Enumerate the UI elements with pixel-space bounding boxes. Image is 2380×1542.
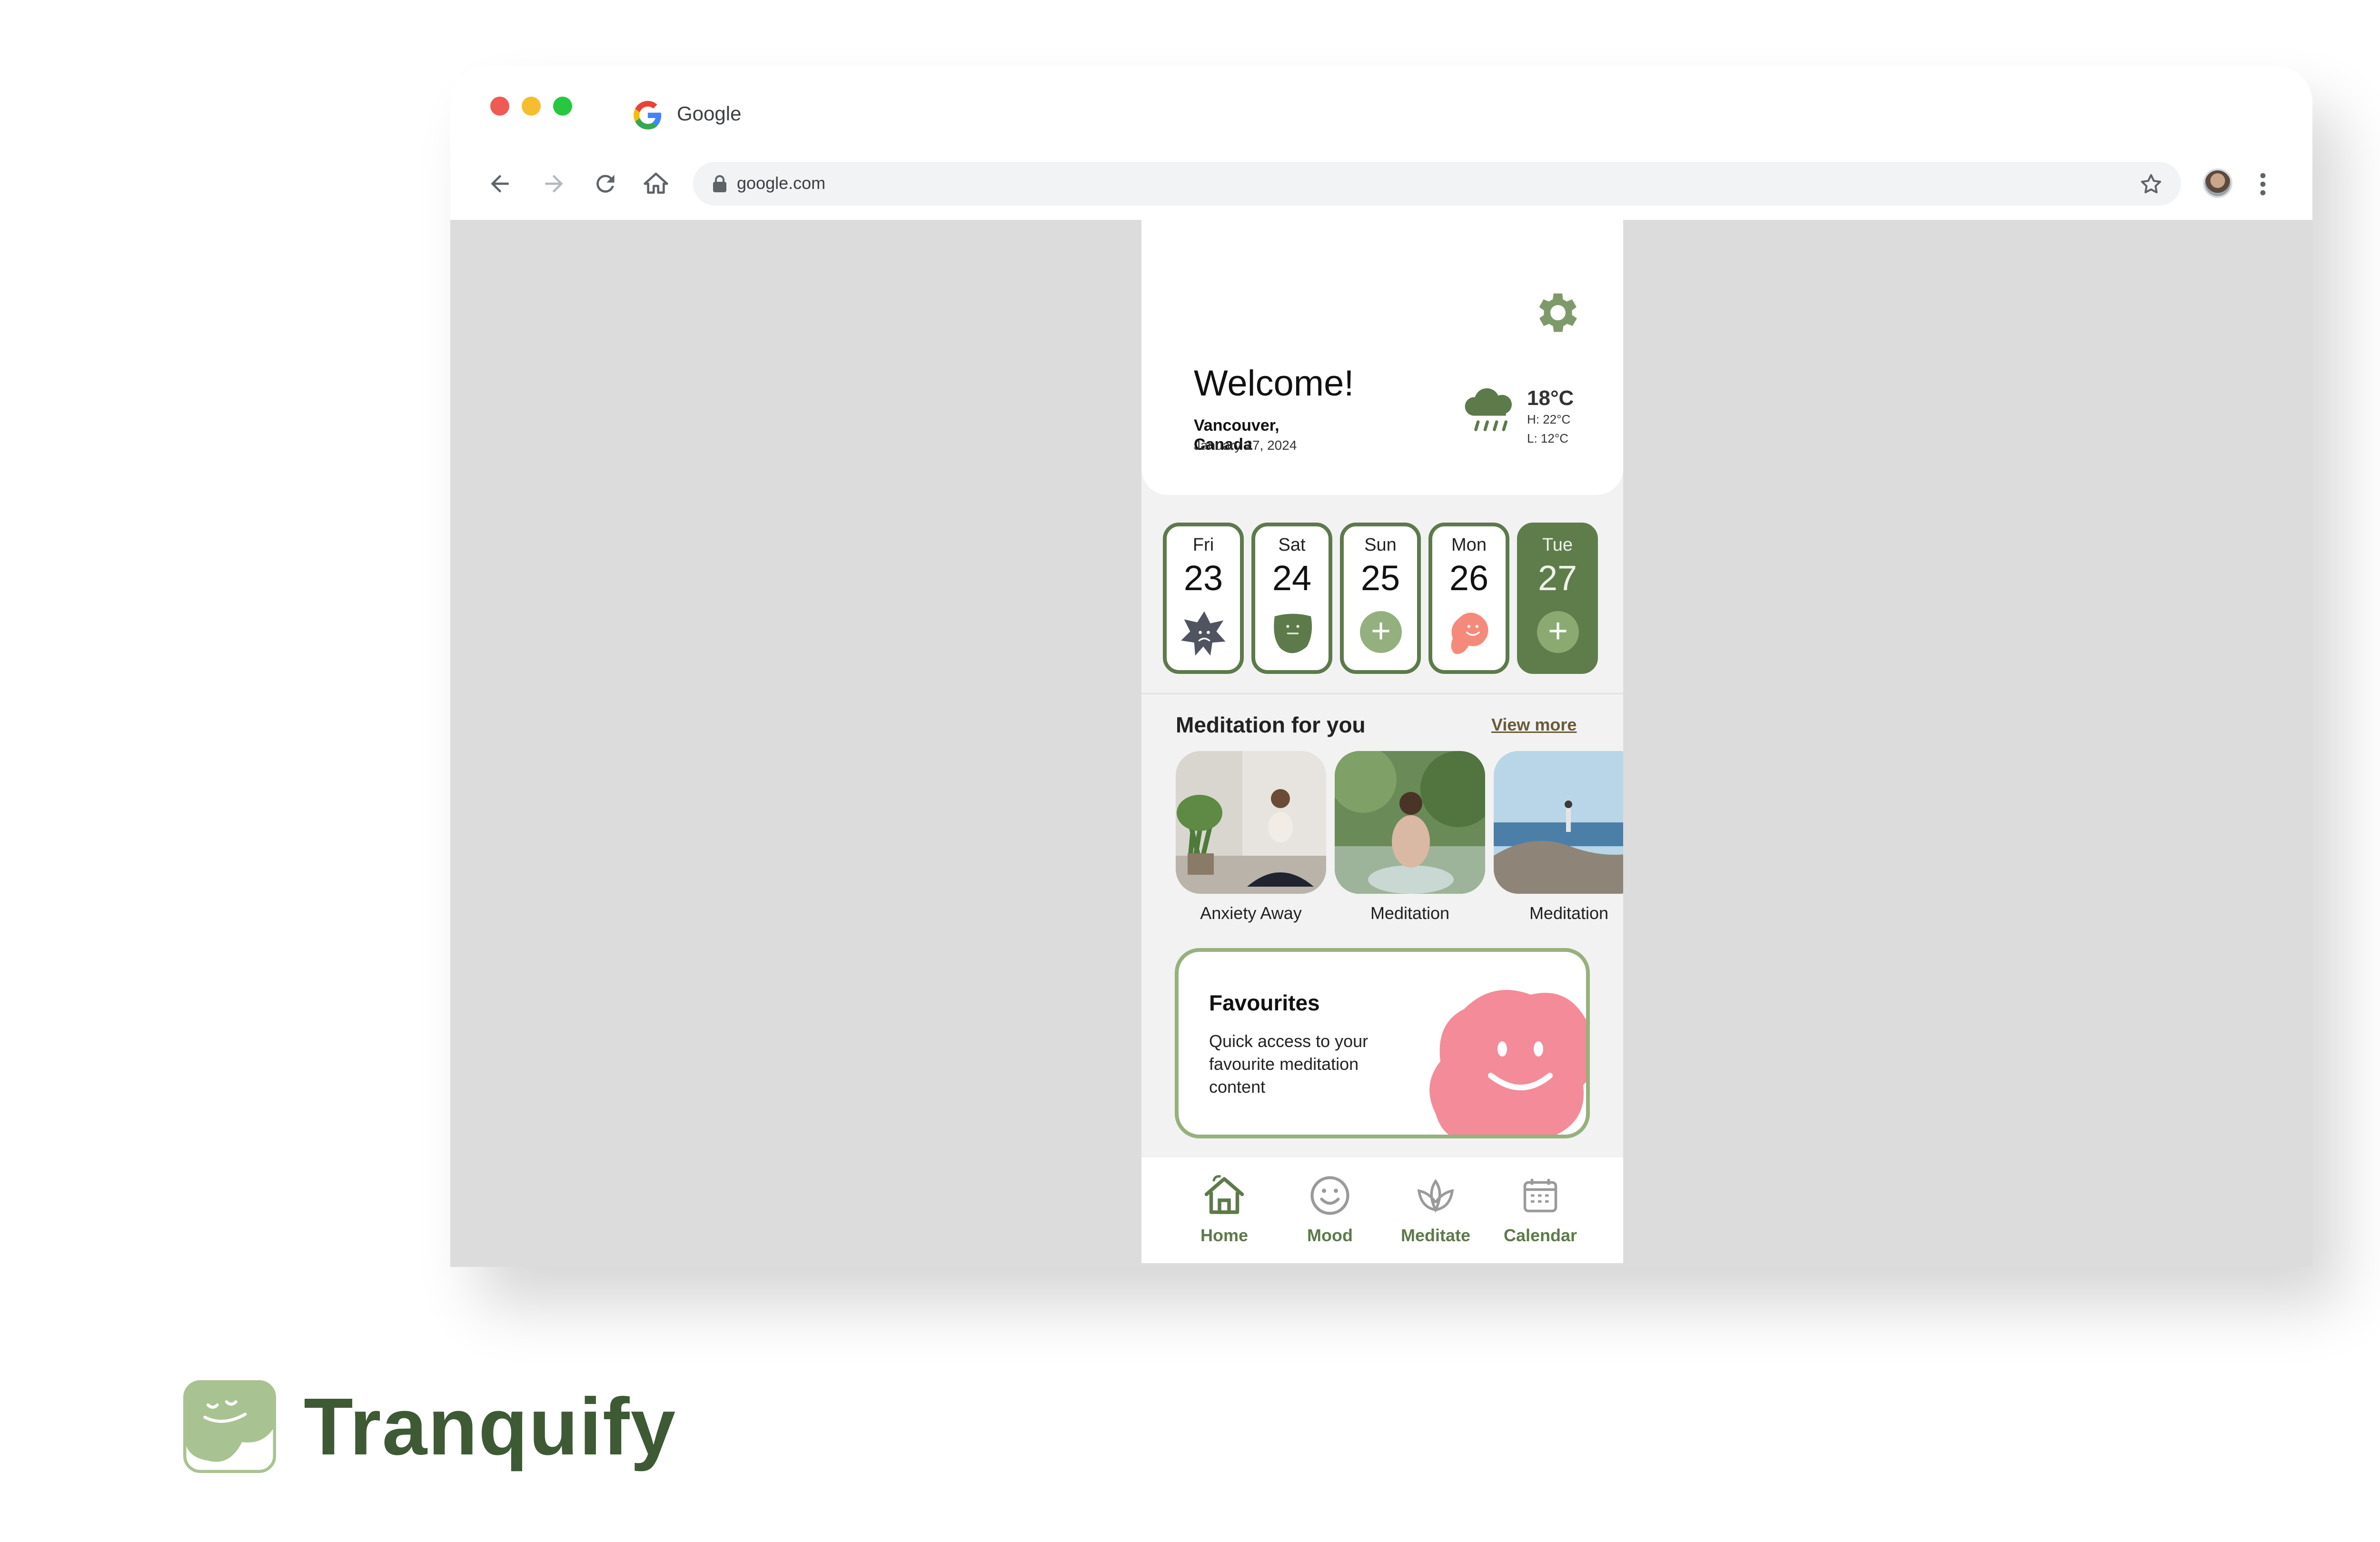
lotus-icon (1417, 1179, 1454, 1213)
nav-item-meditate[interactable]: Meditate (1388, 1172, 1483, 1245)
nav-label: Mood (1307, 1226, 1353, 1245)
close-window-button[interactable] (490, 97, 509, 116)
home-button[interactable] (643, 170, 669, 197)
nav-label: Home (1200, 1226, 1249, 1245)
favourites-title: Favourites (1209, 990, 1320, 1015)
day-name: Sun (1364, 535, 1397, 555)
home-icon (1204, 1175, 1244, 1214)
day-number: 24 (1272, 558, 1312, 598)
rain-cloud-icon (1465, 388, 1512, 431)
gear-icon[interactable] (1532, 287, 1584, 339)
lock-icon (713, 175, 726, 192)
view-more-link[interactable]: View more (1491, 715, 1577, 735)
happy-blob-icon (1429, 990, 1586, 1135)
day-card-mon[interactable]: Mon 26 (1428, 523, 1509, 674)
smiley-icon (1310, 1176, 1349, 1215)
nav-item-home[interactable]: Home (1177, 1172, 1272, 1245)
date-text: January 27, 2024 (1194, 438, 1297, 453)
day-name: Mon (1451, 535, 1487, 555)
profile-avatar[interactable] (2203, 168, 2232, 198)
day-name: Tue (1542, 535, 1573, 555)
sad-star-mood-icon (1181, 611, 1226, 656)
meditation-label: Meditation (1529, 903, 1609, 923)
meditation-label: Meditation (1370, 903, 1450, 923)
temperature-high: H: 22°C (1527, 412, 1571, 426)
google-logo-icon (634, 101, 662, 129)
arrow-left-icon (491, 175, 509, 193)
temperature: 18°C (1527, 386, 1574, 410)
url-text: google.com (737, 173, 826, 193)
meditation-section-title: Meditation for you (1176, 712, 1366, 737)
day-card-tue[interactable]: Tue 27 + (1517, 523, 1598, 674)
kebab-menu-icon[interactable] (2258, 171, 2268, 197)
reload-icon (596, 175, 615, 193)
nav-label: Calendar (1503, 1226, 1577, 1245)
address-bar[interactable]: google.com (693, 162, 2181, 206)
welcome-heading: Welcome! (1194, 363, 1354, 404)
app-header: Welcome! Vancouver, Canada January 27, 2… (1141, 220, 1623, 495)
meditation-photo-coast (1494, 751, 1623, 894)
tab-title[interactable]: Google (677, 102, 741, 125)
meditation-photo-forest (1335, 751, 1485, 894)
day-number: 23 (1183, 558, 1223, 598)
arrow-right-icon (545, 175, 563, 193)
bookmark-star-icon[interactable] (2138, 171, 2164, 197)
day-number: 26 (1449, 558, 1489, 598)
minimize-window-button[interactable] (522, 97, 541, 116)
forward-button[interactable] (541, 170, 567, 197)
temperature-low: L: 12°C (1527, 431, 1569, 445)
day-number: 25 (1360, 558, 1400, 598)
day-card-fri[interactable]: Fri 23 (1163, 523, 1244, 674)
meditation-label: Anxiety Away (1200, 903, 1302, 923)
tranquify-logo-icon (183, 1380, 276, 1473)
meditation-card-3[interactable] (1494, 751, 1623, 894)
meditation-photo-indoor (1176, 751, 1326, 894)
day-name: Sat (1278, 535, 1306, 555)
neutral-blob-mood-icon (1274, 613, 1312, 653)
happy-blob-mood-icon (1451, 613, 1488, 654)
day-name: Fri (1192, 535, 1214, 555)
day-card-sun[interactable]: Sun 25 + (1340, 523, 1421, 674)
maximize-window-button[interactable] (553, 97, 572, 116)
meditation-card-2[interactable] (1335, 751, 1485, 894)
nav-label: Meditate (1400, 1226, 1471, 1245)
meditation-card-anxiety-away[interactable] (1176, 751, 1326, 894)
nav-item-calendar[interactable]: Calendar (1493, 1172, 1588, 1245)
nav-item-mood[interactable]: Mood (1282, 1172, 1378, 1245)
add-mood-button[interactable]: + (1537, 611, 1579, 653)
add-mood-button[interactable]: + (1360, 611, 1402, 653)
reload-button[interactable] (592, 170, 619, 197)
day-number: 27 (1537, 558, 1577, 598)
tranquify-app: Welcome! Vancouver, Canada January 27, 2… (1141, 220, 1623, 1263)
brand-name: Tranquify (304, 1382, 677, 1472)
back-button[interactable] (486, 170, 513, 197)
favourites-card[interactable]: Favourites Quick access to your favourit… (1175, 948, 1590, 1138)
page-viewport: Welcome! Vancouver, Canada January 27, 2… (450, 220, 2312, 1267)
section-divider (1141, 693, 1623, 694)
browser-window: Google google.com Welcome! Vancouver, Ca… (450, 67, 2312, 1267)
day-card-sat[interactable]: Sat 24 (1251, 523, 1332, 674)
calendar-icon (1523, 1179, 1557, 1213)
home-outline-icon (644, 172, 668, 194)
bottom-navigation: Home Mood Meditate Calendar (1141, 1157, 1623, 1263)
favourites-description: Quick access to your favourite meditatio… (1209, 1031, 1368, 1097)
